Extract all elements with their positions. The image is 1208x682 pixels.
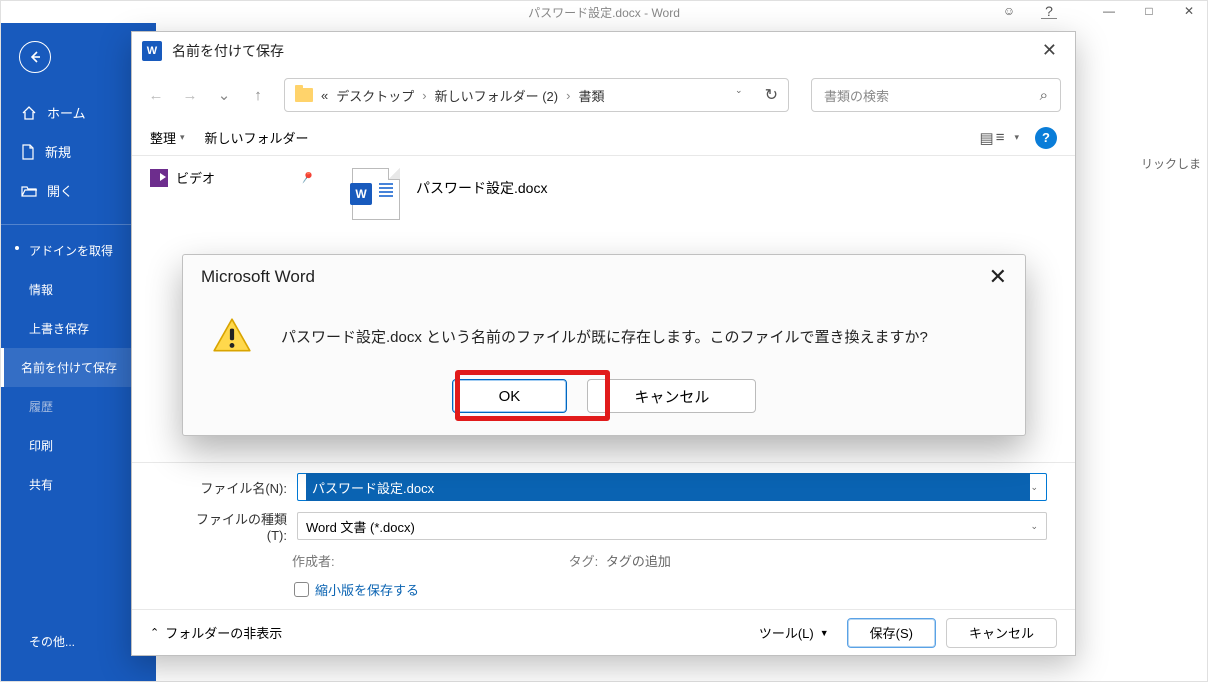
organize-button[interactable]: 整理 ▾ xyxy=(150,128,185,147)
tree-item-videos[interactable]: ビデオ 📍 xyxy=(142,162,322,193)
filename-input[interactable]: パスワード設定.docx ⌄ xyxy=(297,473,1047,501)
word-main-window: パスワード設定.docx - Word ☺ ? — □ ✕ ホーム 新規 xyxy=(0,0,1208,682)
overwrite-confirm-dialog: Microsoft Word ✕ パスワード設定.docx という名前のファイル… xyxy=(182,254,1026,436)
tools-menu[interactable]: ツール(L) ▼ xyxy=(759,623,829,642)
back-button[interactable] xyxy=(19,41,51,73)
nav-up[interactable]: ↑ xyxy=(248,87,268,104)
nav-back[interactable]: ← xyxy=(146,87,166,104)
breadcrumb-seg3[interactable]: 書類 xyxy=(578,86,604,105)
author-field[interactable]: 作成者: xyxy=(292,551,339,570)
docx-icon: W xyxy=(352,168,400,220)
filetype-select[interactable]: Word 文書 (*.docx) ⌄ xyxy=(297,512,1047,540)
view-button[interactable]: ▤≡ ▾ xyxy=(980,129,1019,147)
sidebar-new-label: 新規 xyxy=(45,142,71,161)
dialog-footer: ⌃ フォルダーの非表示 ツール(L) ▼ 保存(S) キャンセル xyxy=(132,609,1075,655)
filetype-label: ファイルの種類(T): xyxy=(182,509,287,543)
msgbox-message: パスワード設定.docx という名前のファイルが既に存在します。このファイルで置… xyxy=(281,326,928,347)
search-placeholder: 書類の検索 xyxy=(824,86,889,105)
breadcrumb-seg2[interactable]: 新しいフォルダー (2) xyxy=(435,86,559,105)
filename-label: ファイル名(N): xyxy=(182,478,287,497)
video-icon xyxy=(150,169,168,187)
save-dialog-titlebar: W 名前を付けて保存 ✕ xyxy=(132,32,1075,70)
file-name: パスワード設定.docx xyxy=(416,168,547,198)
toolbar: 整理 ▾ 新しいフォルダー ▤≡ ▾ ? xyxy=(132,120,1075,156)
content-area: リックしま W 名前を付けて保存 ✕ ← → ⌄ ↑ xyxy=(156,23,1207,681)
save-thumbnail-checkbox[interactable]: 縮小版を保存する xyxy=(294,580,1047,599)
save-dialog-close[interactable]: ✕ xyxy=(1034,36,1065,65)
save-dialog-title: 名前を付けて保存 xyxy=(172,41,284,61)
tag-field[interactable]: タグ: タグの追加 xyxy=(569,551,671,570)
search-icon: ⌕ xyxy=(1040,87,1048,104)
folder-icon xyxy=(295,88,313,102)
window-maximize[interactable]: □ xyxy=(1141,3,1157,19)
hint-text: リックしま xyxy=(1141,155,1201,172)
nav-row: ← → ⌄ ↑ « デスクトップ › 新しいフォルダー (2) › 書類 xyxy=(132,70,1075,120)
msgbox-titlebar: Microsoft Word ✕ xyxy=(183,255,1025,299)
window-minimize[interactable]: — xyxy=(1101,3,1117,19)
pin-icon: 📍 xyxy=(296,167,316,187)
warning-icon xyxy=(211,315,253,357)
save-button[interactable]: 保存(S) xyxy=(847,618,936,648)
word-icon: W xyxy=(142,41,162,61)
msgbox-close[interactable]: ✕ xyxy=(989,264,1007,290)
save-as-dialog: W 名前を付けて保存 ✕ ← → ⌄ ↑ « xyxy=(131,31,1076,656)
breadcrumb-seg1[interactable]: デスクトップ xyxy=(336,86,414,105)
help-button[interactable]: ? xyxy=(1035,127,1057,149)
breadcrumb-prefix: « xyxy=(321,88,328,103)
new-folder-button[interactable]: 新しいフォルダー xyxy=(205,128,309,147)
checkbox-icon xyxy=(294,582,309,597)
address-bar[interactable]: « デスクトップ › 新しいフォルダー (2) › 書類 ⌄ ↻ xyxy=(284,78,789,112)
search-box[interactable]: 書類の検索 ⌕ xyxy=(811,78,1061,112)
window-close[interactable]: ✕ xyxy=(1181,3,1197,19)
sidebar-addin-label: アドインを取得 xyxy=(29,242,113,259)
hide-folders-button[interactable]: ⌃ フォルダーの非表示 xyxy=(150,623,282,642)
chevron-right-icon: › xyxy=(422,88,426,103)
main-title: パスワード設定.docx - Word xyxy=(528,4,680,21)
cancel-button[interactable]: キャンセル xyxy=(946,618,1057,648)
emoji-icon[interactable]: ☺ xyxy=(1001,3,1017,19)
nav-forward[interactable]: → xyxy=(180,87,200,104)
sidebar-home-label: ホーム xyxy=(47,103,86,122)
main-titlebar: パスワード設定.docx - Word ☺ ? — □ ✕ xyxy=(1,1,1207,23)
msgbox-cancel-button[interactable]: キャンセル xyxy=(587,379,756,413)
address-dropdown[interactable]: ⌄ xyxy=(735,85,743,105)
sidebar-open-label: 開く xyxy=(47,181,73,200)
file-item[interactable]: W パスワード設定.docx xyxy=(352,168,1055,220)
form-area: ファイル名(N): パスワード設定.docx ⌄ ファイルの種類(T): Wor… xyxy=(132,462,1075,609)
ok-button[interactable]: OK xyxy=(452,379,568,413)
help-icon[interactable]: ? xyxy=(1041,3,1057,19)
chevron-right-icon: › xyxy=(566,88,570,103)
nav-recent[interactable]: ⌄ xyxy=(214,86,234,104)
refresh-button[interactable]: ↻ xyxy=(765,85,778,105)
